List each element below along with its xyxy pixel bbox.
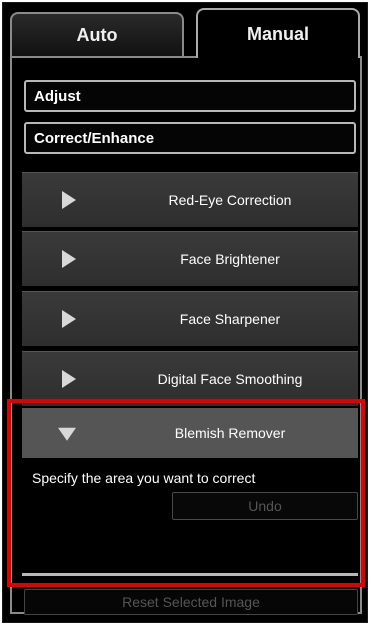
triangle-right-icon — [62, 370, 76, 388]
red-eye-correction-item[interactable]: Red-Eye Correction — [22, 172, 358, 227]
reset-selected-image-button[interactable]: Reset Selected Image — [24, 589, 358, 615]
triangle-right-icon — [62, 310, 76, 328]
correct-enhance-label: Correct/Enhance — [34, 129, 155, 147]
tab-auto[interactable]: Auto — [10, 12, 184, 56]
item-label: Face Sharpener — [179, 311, 281, 327]
item-label: Red-Eye Correction — [168, 192, 292, 208]
item-label: Face Brightener — [180, 251, 280, 267]
adjust-label: Adjust — [34, 87, 81, 105]
face-brightener-item[interactable]: Face Brightener — [22, 231, 358, 286]
highlight-box — [7, 399, 365, 587]
adjust-button[interactable]: Adjust — [24, 80, 356, 112]
digital-face-smoothing-item[interactable]: Digital Face Smoothing — [22, 351, 358, 406]
tab-manual-label: Manual — [246, 23, 309, 44]
item-label: Digital Face Smoothing — [157, 371, 303, 387]
triangle-right-icon — [62, 191, 76, 209]
correct-enhance-button[interactable]: Correct/Enhance — [24, 122, 356, 154]
face-sharpener-item[interactable]: Face Sharpener — [22, 291, 358, 346]
tab-manual[interactable]: Manual — [196, 8, 360, 58]
tab-auto-label: Auto — [76, 24, 118, 45]
reset-label: Reset Selected Image — [122, 594, 260, 610]
triangle-right-icon — [62, 250, 76, 268]
